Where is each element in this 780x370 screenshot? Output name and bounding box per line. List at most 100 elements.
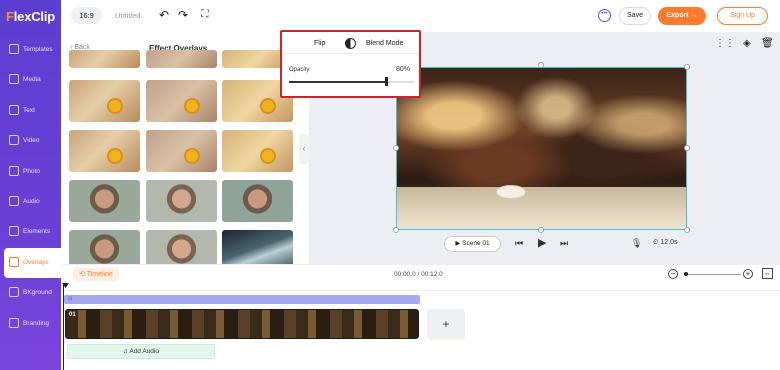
opacity-slider-handle[interactable] [385,77,388,86]
sidebar-item-templates[interactable]: Templates [0,35,61,65]
timeline-ruler [61,283,780,291]
overlay-thumbnail[interactable] [69,180,140,222]
overlays-icon [9,257,19,267]
scene-duration[interactable]: ⏲ 12.0s [653,239,678,247]
sidebar-item-photo[interactable]: Photo [0,157,61,187]
overlay-panel: ‹ Back Effect Overlays [61,32,299,264]
flexclip-logo[interactable]: FlexClip [6,9,55,24]
skip-forward-icon[interactable]: ⏭ [560,238,568,249]
sidebar-item-audio[interactable]: Audio [0,187,61,217]
timeline-tracks: ⊡ 01 + ♫ Add Audio [61,283,780,370]
top-bar: 16:9 Untitled ↶ ↷ ⛶ ••• Save Export → Si… [61,0,780,32]
sidebar-item-label: Media [23,76,41,83]
overlay-thumbnail[interactable] [146,80,217,122]
flip-button[interactable]: Flip [314,40,325,47]
playhead[interactable] [62,283,69,370]
overlay-thumbnail[interactable] [146,230,217,264]
fit-timeline-icon[interactable]: ↔ [762,268,773,279]
overlay-thumbnail[interactable] [146,130,217,172]
video-track-clip[interactable]: 01 [65,309,419,339]
opacity-slider-fill [289,81,387,83]
play-icon[interactable]: ▶ [538,236,546,249]
project-title[interactable]: Untitled [115,11,140,20]
resize-handle[interactable] [684,145,690,151]
timeline-bar: ⟲ Timeline 00:00.0 / 00:12.0 − + ↔ [61,264,780,283]
export-button[interactable]: Export → [658,7,706,25]
sidebar-item-elements[interactable]: Elements [0,217,61,247]
overlay-thumbnail[interactable] [69,130,140,172]
selection-frame[interactable] [396,67,687,230]
fullscreen-icon[interactable]: ⛶ [198,8,212,22]
blend-mode-icon[interactable] [345,38,356,49]
overlay-thumbnail[interactable] [69,230,140,264]
resize-handle[interactable] [538,227,544,233]
video-icon [9,135,19,145]
zoom-slider[interactable] [687,274,741,275]
collapse-panel-button[interactable]: ‹ [299,134,309,164]
sidebar-item-label: BKground [23,289,52,296]
sidebar-item-label: Video [23,137,40,144]
grid-icon[interactable]: ⋮⋮ [715,38,735,49]
scene-selector[interactable]: ▶ Scene 01 [444,236,501,252]
audio-icon [9,196,19,206]
sidebar-item-background[interactable]: BKground [0,278,61,308]
zoom-out-icon[interactable]: − [668,269,678,279]
resize-handle[interactable] [538,62,544,68]
save-button[interactable]: Save [619,7,651,25]
aspect-ratio-button[interactable]: 16:9 [71,7,102,24]
zoom-in-icon[interactable]: + [743,269,753,279]
timeline-label: Timeline [86,271,113,278]
overlay-thumbnail[interactable] [222,230,293,264]
branding-icon [9,318,19,328]
sidebar-item-label: Templates [23,46,53,53]
overlay-thumbnail[interactable] [146,180,217,222]
sidebar-item-text[interactable]: Text [0,96,61,126]
timeline-toggle[interactable]: ⟲ Timeline [73,268,119,281]
add-clip-button[interactable]: + [427,309,465,340]
templates-icon [9,44,19,54]
background-icon [9,287,19,297]
overlay-thumbnail[interactable] [69,50,140,68]
sidebar-item-label: Elements [23,228,51,235]
overlay-thumbnail[interactable] [222,180,293,222]
overlay-grid [61,50,299,264]
chat-icon[interactable]: ••• [598,9,611,22]
overlay-thumbnail[interactable] [146,50,217,68]
resize-handle[interactable] [684,64,690,70]
sidebar-item-label: Text [23,107,35,114]
zoom-slider-handle[interactable] [684,272,688,276]
resize-handle[interactable] [684,227,690,233]
sidebar-item-branding[interactable]: Branding [0,309,61,339]
opacity-label: Opacity [289,67,310,73]
overlay-settings-popup: Flip Blend Mode Opacity 80% [280,30,421,98]
timeline-icon: ⟲ [79,271,87,278]
text-icon [9,105,19,115]
timecode: 00:00.0 / 00:12.0 [394,271,443,278]
resize-handle[interactable] [393,227,399,233]
add-audio-button[interactable]: ♫ Add Audio [67,344,215,359]
sidebar: FlexClip Templates Media Text Video Phot… [0,0,61,370]
sidebar-item-label: Branding [23,320,50,327]
skip-back-icon[interactable]: ⏮ [515,238,523,249]
undo-icon[interactable]: ↶ [157,8,171,22]
sidebar-item-video[interactable]: Video [0,126,61,156]
blend-mode-button[interactable]: Blend Mode [366,40,403,47]
signup-button[interactable]: Sign Up [717,7,768,25]
layers-icon[interactable]: ◈ [743,38,751,49]
opacity-value: 80% [396,66,411,73]
trash-icon[interactable]: 🗑 [761,38,774,49]
sidebar-item-overlays[interactable]: Overlays [4,248,61,278]
redo-icon[interactable]: ↷ [176,8,190,22]
sidebar-item-label: Overlays [23,259,49,266]
overlay-thumbnail[interactable] [222,130,293,172]
elements-icon [9,226,19,236]
media-icon [9,74,19,84]
divider [282,53,419,54]
sidebar-item-media[interactable]: Media [0,65,61,95]
sidebar-item-label: Photo [23,168,40,175]
overlay-thumbnail[interactable] [69,80,140,122]
overlay-track-clip[interactable]: ⊡ [64,295,420,304]
microphone-icon[interactable]: 🎙 [631,238,642,249]
sidebar-item-label: Audio [23,198,40,205]
resize-handle[interactable] [393,145,399,151]
